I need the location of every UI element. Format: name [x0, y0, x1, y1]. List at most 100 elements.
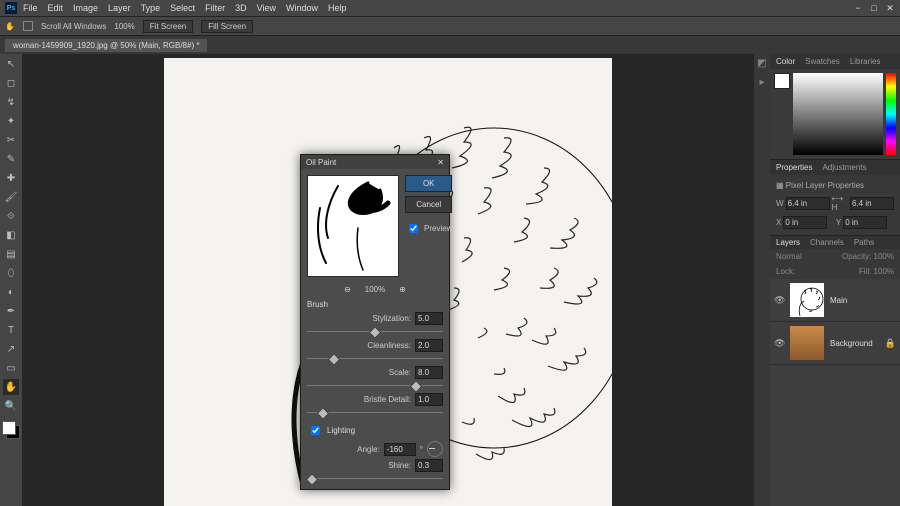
current-color[interactable] — [774, 73, 790, 89]
brush-tool-icon[interactable]: 🖌 — [3, 189, 19, 205]
fit-screen-button[interactable]: Fit Screen — [143, 20, 193, 33]
visibility-icon[interactable]: 👁 — [774, 338, 784, 349]
channels-tab[interactable]: Channels — [810, 238, 844, 247]
wand-tool-icon[interactable]: ✦ — [3, 113, 19, 129]
dialog-titlebar[interactable]: Oil Paint ✕ — [301, 155, 449, 169]
layer-row[interactable]: 👁 Background 🔒 — [770, 322, 900, 365]
close-icon[interactable]: ✕ — [885, 3, 895, 14]
scale-slider[interactable] — [307, 381, 443, 391]
stylization-value[interactable]: 5.0 — [415, 312, 443, 325]
hand-tool-icon[interactable]: ✋ — [3, 379, 19, 395]
eyedropper-tool-icon[interactable]: ✎ — [3, 151, 19, 167]
eraser-tool-icon[interactable]: ◧ — [3, 227, 19, 243]
minimize-icon[interactable]: − — [853, 3, 863, 14]
move-tool-icon[interactable]: ↖ — [3, 56, 19, 72]
actions-icon[interactable]: ▸ — [759, 77, 764, 88]
menu-type[interactable]: Type — [141, 3, 161, 13]
y-field[interactable] — [843, 216, 887, 229]
x-field[interactable] — [783, 216, 827, 229]
filter-preview[interactable] — [307, 175, 399, 277]
crop-tool-icon[interactable]: ✂ — [3, 132, 19, 148]
fill-screen-button[interactable]: Fill Screen — [201, 20, 253, 33]
menu-layer[interactable]: Layer — [108, 3, 131, 13]
bristle-value[interactable]: 1.0 — [415, 393, 443, 406]
dialog-close-icon[interactable]: ✕ — [437, 158, 444, 167]
bristle-param: Bristle Detail:1.0 — [301, 392, 449, 419]
layer-name[interactable]: Main — [830, 296, 847, 305]
stylization-param: Stylization:5.0 — [301, 311, 449, 338]
color-swatch[interactable] — [2, 421, 20, 439]
bristle-slider[interactable] — [307, 408, 443, 418]
scale-value[interactable]: 8.0 — [415, 366, 443, 379]
menu-file[interactable]: File — [23, 3, 38, 13]
hand-tool-icon: ✋ — [5, 22, 15, 31]
color-field[interactable] — [793, 73, 883, 155]
canvas-area[interactable]: Oil Paint ✕ — [22, 54, 754, 506]
cancel-button[interactable]: Cancel — [405, 196, 452, 213]
dodge-tool-icon[interactable]: ◐ — [3, 284, 19, 300]
menu-window[interactable]: Window — [286, 3, 318, 13]
gradient-tool-icon[interactable]: ▤ — [3, 246, 19, 262]
color-picker[interactable] — [770, 69, 900, 159]
menu-select[interactable]: Select — [170, 3, 195, 13]
color-tab[interactable]: Color — [776, 57, 795, 66]
ok-button[interactable]: OK — [405, 175, 452, 192]
blur-tool-icon[interactable]: ⬯ — [3, 265, 19, 281]
blend-mode[interactable]: Normal — [776, 252, 802, 261]
menu-filter[interactable]: Filter — [205, 3, 225, 13]
scroll-all-checkbox[interactable] — [23, 21, 33, 31]
shine-param: Shine:0.3 — [301, 458, 449, 485]
shape-tool-icon[interactable]: ▭ — [3, 360, 19, 376]
zoom-tool-icon[interactable]: 🔍 — [3, 398, 19, 414]
width-field[interactable] — [786, 197, 830, 210]
hue-strip[interactable] — [886, 73, 896, 155]
angle-value[interactable]: -160 — [384, 443, 416, 456]
menu-view[interactable]: View — [257, 3, 276, 13]
layer-thumbnail[interactable] — [790, 326, 824, 360]
maximize-icon[interactable]: □ — [869, 3, 879, 14]
ps-logo: Ps — [5, 2, 17, 14]
preview-zoom-value: 100% — [365, 285, 385, 294]
zoom-value[interactable]: 100% — [114, 22, 134, 31]
menu-3d[interactable]: 3D — [235, 3, 247, 13]
shine-value[interactable]: 0.3 — [415, 459, 443, 472]
shine-slider[interactable] — [307, 474, 443, 484]
cleanliness-slider[interactable] — [307, 354, 443, 364]
opacity-label[interactable]: Opacity: 100% — [842, 252, 894, 261]
menu-edit[interactable]: Edit — [48, 3, 64, 13]
height-field[interactable] — [850, 197, 894, 210]
layers-tab[interactable]: Layers — [776, 238, 800, 247]
fill-label[interactable]: Fill: 100% — [859, 267, 894, 276]
angle-dial[interactable] — [427, 441, 443, 457]
properties-tab[interactable]: Properties — [776, 163, 812, 172]
lasso-tool-icon[interactable]: ↯ — [3, 94, 19, 110]
heal-tool-icon[interactable]: ✚ — [3, 170, 19, 186]
preview-checkbox[interactable]: Preview — [405, 221, 452, 236]
layer-name[interactable]: Background — [830, 339, 873, 348]
lighting-checkbox[interactable] — [311, 426, 320, 435]
menu-image[interactable]: Image — [73, 3, 98, 13]
path-tool-icon[interactable]: ↗ — [3, 341, 19, 357]
dialog-title: Oil Paint — [306, 158, 336, 167]
cleanliness-value[interactable]: 2.0 — [415, 339, 443, 352]
history-icon[interactable]: ◩ — [757, 58, 766, 69]
layer-row[interactable]: 👁 Main — [770, 279, 900, 322]
menu-help[interactable]: Help — [328, 3, 347, 13]
marquee-tool-icon[interactable]: ◻ — [3, 75, 19, 91]
layer-thumbnail[interactable] — [790, 283, 824, 317]
zoom-in-icon[interactable]: ⊕ — [399, 285, 406, 294]
oil-paint-dialog: Oil Paint ✕ — [300, 154, 450, 490]
document-tab[interactable]: woman-1459909_1920.jpg @ 50% (Main, RGB/… — [5, 39, 207, 52]
pen-tool-icon[interactable]: ✒ — [3, 303, 19, 319]
visibility-icon[interactable]: 👁 — [774, 295, 784, 306]
menu-bar: Ps File Edit Image Layer Type Select Fil… — [0, 0, 900, 16]
stamp-tool-icon[interactable]: ⟐ — [3, 208, 19, 224]
adjustments-tab[interactable]: Adjustments — [822, 163, 866, 172]
scroll-all-label: Scroll All Windows — [41, 22, 106, 31]
zoom-out-icon[interactable]: ⊖ — [344, 285, 351, 294]
libraries-tab[interactable]: Libraries — [850, 57, 881, 66]
swatches-tab[interactable]: Swatches — [805, 57, 840, 66]
stylization-slider[interactable] — [307, 327, 443, 337]
paths-tab[interactable]: Paths — [854, 238, 874, 247]
type-tool-icon[interactable]: T — [3, 322, 19, 338]
